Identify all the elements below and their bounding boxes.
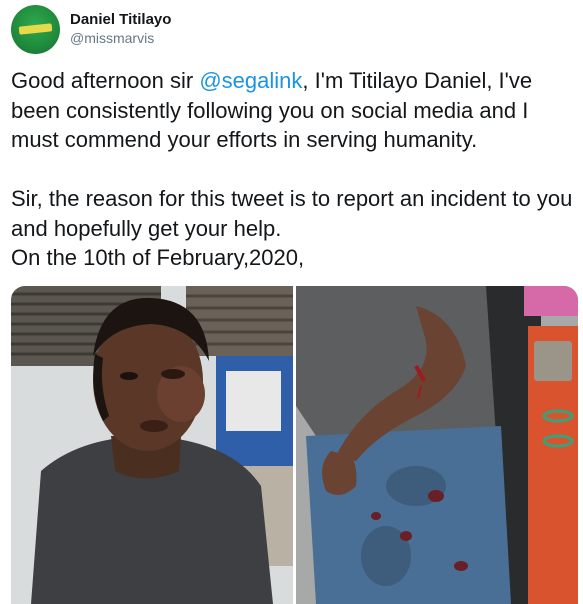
face-photo-icon — [11, 286, 293, 604]
tweet-media — [11, 286, 578, 604]
avatar[interactable] — [11, 4, 60, 54]
mention-link[interactable]: @segalink — [199, 68, 302, 93]
user-names: Daniel Titilayo @missmarvis — [70, 10, 171, 48]
tweet-text: Good afternoon sir @segalink, I'm Titila… — [11, 66, 577, 273]
tweet-text-start: Good afternoon sir — [11, 68, 200, 93]
photo-injured-face[interactable] — [11, 286, 293, 604]
display-name[interactable]: Daniel Titilayo — [70, 10, 171, 29]
tweet-text-rest: , I'm Titilayo Daniel, I've been consist… — [11, 68, 573, 270]
arm-photo-icon — [296, 286, 578, 604]
tweet-header: Daniel Titilayo @missmarvis — [11, 4, 171, 54]
photo-injured-arm[interactable] — [296, 286, 578, 604]
user-handle[interactable]: @missmarvis — [70, 29, 171, 48]
